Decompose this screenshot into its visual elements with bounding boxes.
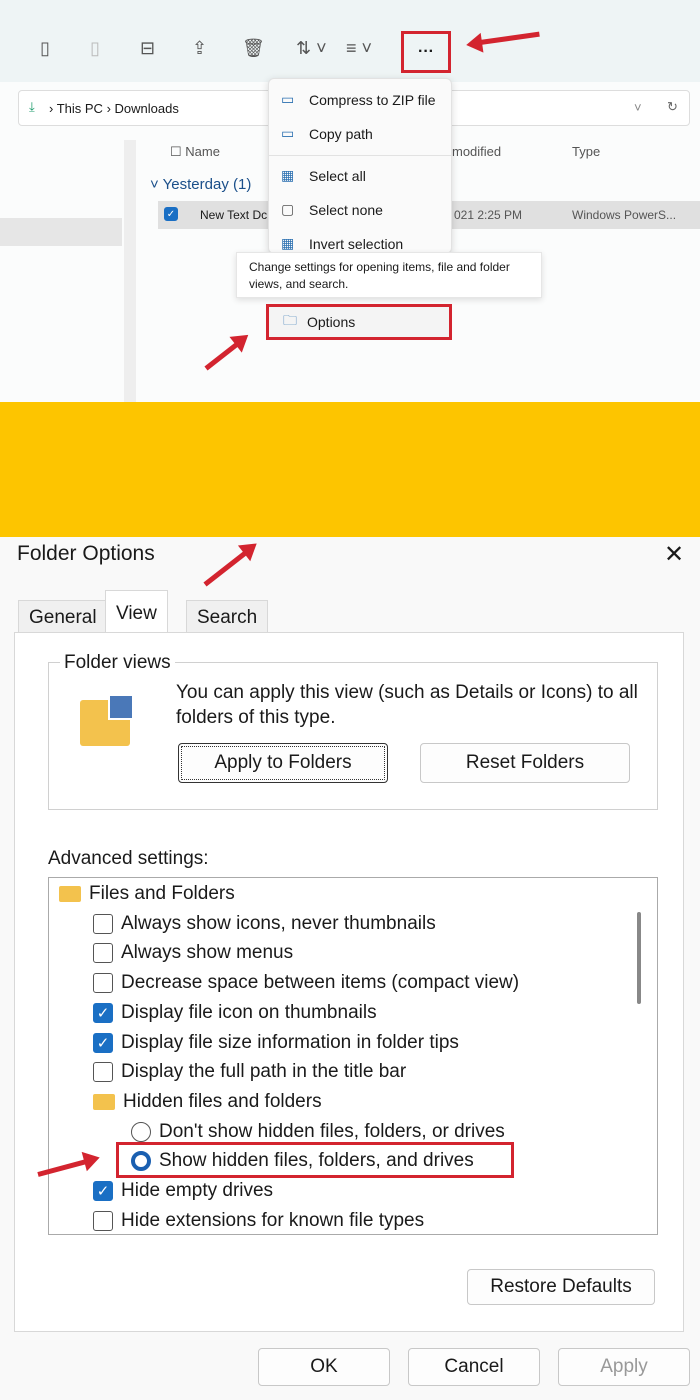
option-label: Don't show hidden files, folders, or dri… (159, 1120, 505, 1142)
share-icon[interactable]: ⇪ (192, 38, 207, 59)
tab-view[interactable]: View (105, 590, 168, 634)
apply-to-folders-button[interactable]: Apply to Folders (178, 743, 388, 783)
checkbox-option[interactable]: ✓ Display file size information in folder… (93, 1032, 459, 1054)
select-all-icon: ▦ (281, 167, 295, 183)
reset-folders-button[interactable]: Reset Folders (420, 743, 630, 783)
menu-select-none[interactable]: ▢ Select none (281, 201, 383, 218)
refresh-icon[interactable]: ↻ (667, 99, 678, 115)
copy-path-icon: ▭ (281, 125, 295, 141)
folder-icon (80, 694, 134, 746)
menu-copy-path[interactable]: ▭ Copy path (281, 125, 373, 142)
checkbox-option[interactable]: ✓ Hide empty drives (93, 1180, 273, 1202)
dialog-title: Folder Options (17, 542, 155, 565)
checkbox-icon: ✓ (93, 1181, 113, 1201)
options-tooltip: Change settings for opening items, file … (236, 252, 542, 298)
apply-button[interactable]: Apply (558, 1348, 690, 1386)
close-button[interactable]: ✕ (664, 540, 684, 569)
option-label: Decrease space between items (compact vi… (121, 972, 520, 994)
file-date: 021 2:25 PM (454, 208, 523, 222)
checkbox-icon: ✓ (93, 1032, 113, 1053)
column-modified[interactable]: modified (452, 144, 501, 159)
delete-icon[interactable]: 🗑 (242, 38, 265, 59)
menu-compress-zip[interactable]: ▭ Compress to ZIP file (281, 91, 436, 108)
option-label: Hidden files and folders (123, 1090, 322, 1112)
settings-group: Files and Folders (59, 883, 235, 905)
option-label: Hide empty drives (121, 1180, 274, 1201)
checkbox-option[interactable]: Display the full path in the title bar (93, 1061, 406, 1083)
breadcrumb-downloads[interactable]: Downloads (115, 101, 179, 116)
checkbox-icon (93, 913, 113, 934)
folder-icon (59, 886, 81, 902)
paste-icon[interactable]: ▯ (90, 38, 100, 59)
select-none-icon: ▢ (281, 201, 295, 217)
column-type[interactable]: Type (572, 144, 600, 159)
checkbox-icon (93, 943, 113, 964)
option-label: Always show menus (121, 942, 294, 964)
invert-selection-icon: ▦ (281, 235, 295, 251)
download-icon: ⤓ (29, 99, 35, 114)
separator-band (0, 402, 700, 537)
checkbox-option[interactable]: Always show menus (93, 942, 293, 964)
ok-button[interactable]: OK (258, 1348, 390, 1386)
more-options-button[interactable]: ··· (401, 31, 451, 73)
checkbox-option[interactable]: Decrease space between items (compact vi… (93, 972, 519, 994)
radio-icon (131, 1121, 151, 1142)
cancel-button[interactable]: Cancel (408, 1348, 540, 1386)
settings-group: Hidden files and folders (93, 1091, 322, 1113)
checkbox-icon: ✓ (93, 1002, 113, 1023)
file-name: New Text Dc (200, 208, 268, 222)
highlight-box (116, 1142, 514, 1178)
file-type: Windows PowerS... (572, 208, 677, 222)
more-options-menu: ▭ Compress to ZIP file ▭ Copy path ▦ Select… (268, 78, 452, 254)
more-label: ··· (418, 43, 434, 60)
tab-search[interactable]: Search (186, 600, 269, 632)
restore-defaults-button[interactable]: Restore Defaults (467, 1269, 655, 1305)
sidebar-scrollbar[interactable] (124, 140, 136, 402)
folder-views-text: You can apply this view (such as Details… (176, 682, 638, 728)
checkbox-icon (93, 973, 113, 994)
command-bar: ▯ ▯ ⊟ ⇪ 🗑 ⇅ ˅ ≡ ˅ ··· (0, 0, 700, 82)
folder-options-icon: 🗀 (283, 312, 297, 328)
advanced-settings-label: Advanced settings: (48, 848, 209, 869)
list-scrollbar-thumb[interactable] (637, 912, 641, 1004)
chevron-down-icon[interactable]: ˅ (634, 100, 642, 115)
tab-general[interactable]: General (18, 600, 108, 632)
sidebar-selected-item[interactable] (0, 218, 122, 246)
option-label: Always show icons, never thumbnails (121, 912, 436, 934)
option-label: Files and Folders (89, 883, 235, 904)
option-label: Display file icon on thumbnails (121, 1001, 377, 1023)
menu-options[interactable]: 🗀 Options (266, 304, 452, 340)
rename-icon[interactable]: ⊟ (140, 38, 155, 59)
menu-select-all[interactable]: ▦ Select all (281, 167, 366, 184)
zip-icon: ▭ (281, 91, 295, 107)
menu-invert-selection[interactable]: ▦ Invert selection (281, 235, 403, 252)
checkbox-icon (93, 1062, 113, 1083)
breadcrumb-this-pc[interactable]: This PC (57, 101, 103, 116)
folder-views-legend: Folder views (60, 652, 175, 674)
option-label: Hide extensions for known file types (121, 1209, 425, 1231)
checkbox-option[interactable]: Always show icons, never thumbnails (93, 913, 436, 935)
view-icon[interactable]: ≡ ˅ (346, 38, 372, 59)
option-label: Display the full path in the title bar (121, 1061, 407, 1083)
advanced-settings-list[interactable]: Files and Folders Always show icons, neve… (48, 877, 658, 1235)
sort-icon[interactable]: ⇅ ˅ (296, 38, 327, 59)
folder-icon (93, 1093, 115, 1110)
option-label: Display file size information in folder … (121, 1031, 459, 1053)
group-header[interactable]: ˅ Yesterday (1) (150, 176, 251, 193)
checkbox-icon (93, 1210, 113, 1231)
checkbox-option[interactable]: ✓ Display file icon on thumbnails (93, 1002, 377, 1024)
copy-icon[interactable]: ▯ (40, 38, 50, 59)
checkbox-option[interactable]: Hide extensions for known file types (93, 1210, 424, 1232)
radio-option[interactable]: Don't show hidden files, folders, or dri… (131, 1121, 505, 1143)
column-name[interactable]: ☐ Name (170, 144, 220, 160)
